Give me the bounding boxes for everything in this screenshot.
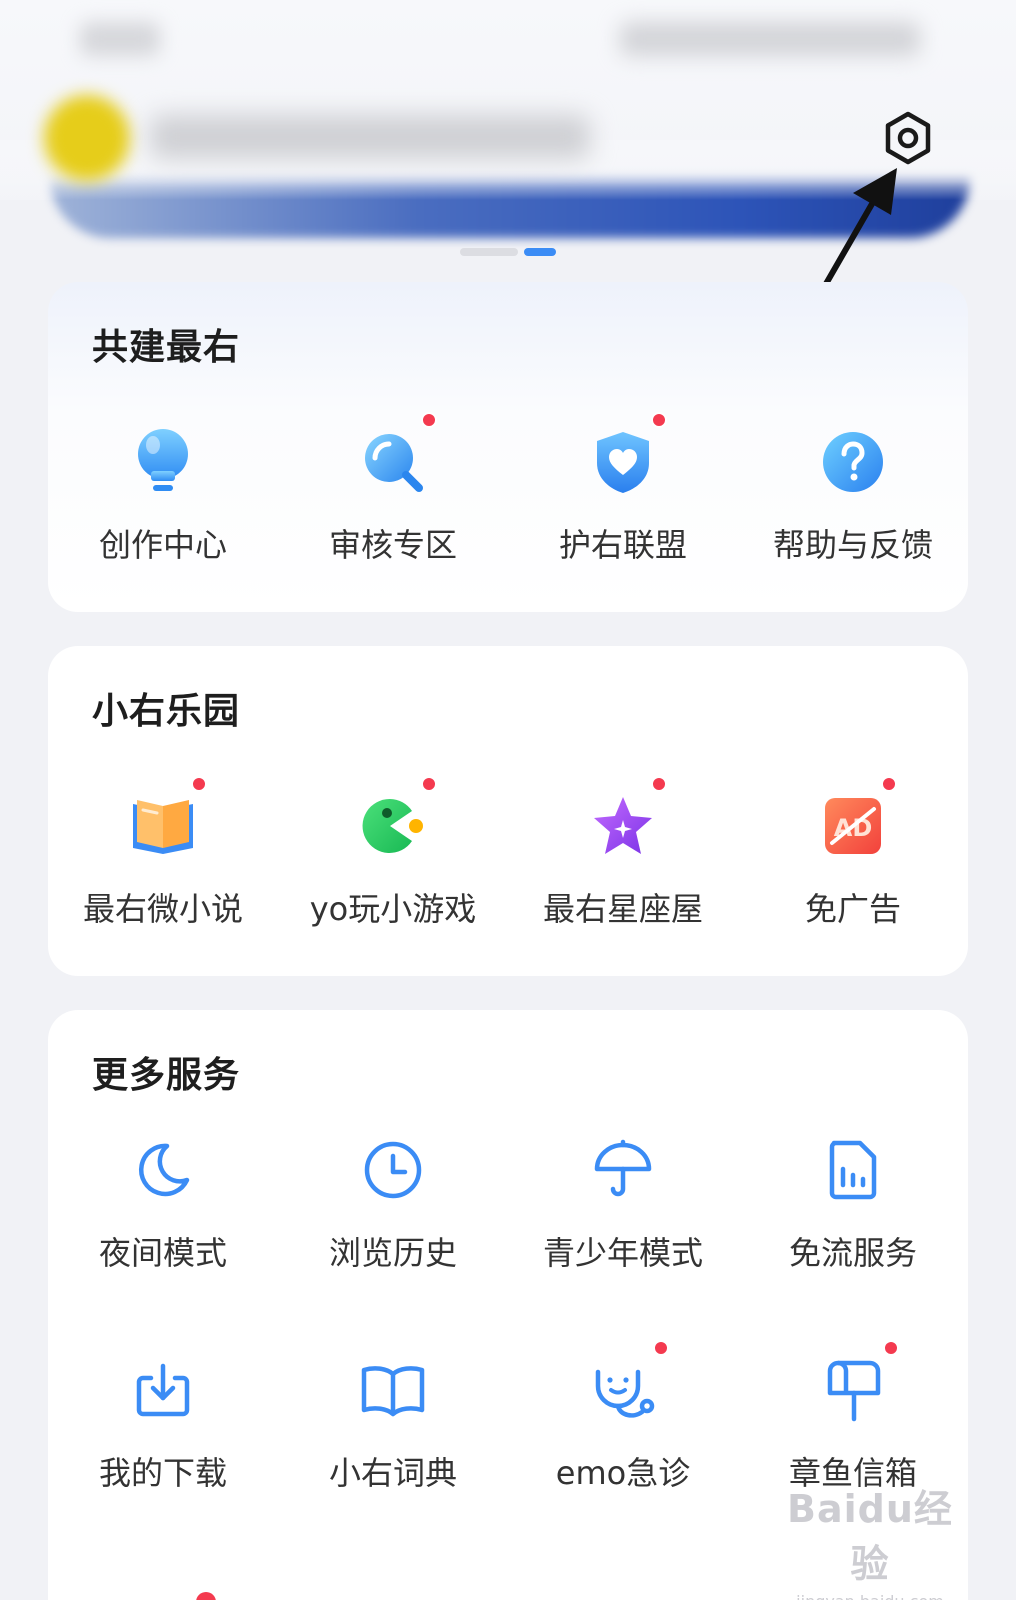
mailbox-icon [827,1360,881,1422]
entry-guard-alliance[interactable]: 护右联盟 [508,412,738,566]
umbrella-icon [594,1139,652,1197]
icon-container [353,776,437,866]
entry-help-feedback[interactable]: 帮助与反馈 [738,422,968,566]
watermark-logo-text: Baidu经验 [787,1487,953,1586]
section-title: 更多服务 [92,1055,241,1096]
entry-label: 小右词典 [328,1454,457,1492]
no-ad-icon: AD [825,798,881,854]
pagination-dot-active [524,248,556,256]
icon-container [123,422,203,502]
entry-label: 免广告 [804,890,901,928]
entry-label: 浏览历史 [328,1234,457,1272]
section-title: 小右乐园 [92,691,241,732]
download-icon [136,1363,190,1417]
pagination-dot [460,248,518,256]
clock-icon [364,1141,422,1199]
avatar[interactable] [44,95,130,181]
entry-history[interactable]: 浏览历史 [278,1130,508,1274]
username-blurred[interactable] [150,115,590,159]
entry-dictionary[interactable]: 小右词典 [278,1350,508,1494]
section-grid-row2: 我的下载 小右词典 emo急诊 章鱼信箱 [48,1340,968,1494]
entry-label: 帮助与反馈 [772,526,933,564]
watermark-url: jingyan.baidu.com [770,1592,970,1600]
open-book-icon [361,1366,425,1417]
icon-container: AD [813,776,897,866]
section-card-co-build: 共建最右 创作中心 审核专区 护右联盟 帮助与反馈 [48,282,968,612]
question-icon [823,432,883,492]
entry-label: 护右联盟 [558,526,687,564]
icon-container [123,776,207,866]
gear-icon [885,111,931,165]
notification-dot [883,1340,899,1356]
entry-label: 最右微小说 [82,890,243,928]
entry-label: 我的下载 [98,1454,227,1492]
icon-container [813,1130,893,1210]
entry-emo-emergency[interactable]: emo急诊 [508,1340,738,1494]
entry-free-data[interactable]: 免流服务 [738,1130,968,1274]
game-icon [362,798,423,853]
entry-creation-center[interactable]: 创作中心 [48,422,278,566]
banner-pagination [460,248,556,256]
entry-label: 最右星座屋 [542,890,703,928]
shield-heart-icon [597,432,649,493]
section-grid: 最右微小说 yo玩小游戏 最右星座屋 免广告 [48,776,968,930]
entry-octopus-mailbox[interactable]: 章鱼信箱 [738,1340,968,1494]
entry-label: 免流服务 [788,1234,917,1272]
icon-container [813,422,893,502]
section-grid-row1: 夜间模式 浏览历史 青少年模式 免流服务 [48,1130,968,1274]
star-icon [594,797,652,854]
entry-teen-mode[interactable]: 青少年模式 [508,1130,738,1274]
notification-dot [651,776,667,792]
entry-label: 创作中心 [98,526,227,564]
icon-container [123,1130,203,1210]
entry-night-mode[interactable]: 夜间模式 [48,1130,278,1274]
entry-horoscope[interactable]: 最右星座屋 [508,776,738,930]
entry-my-downloads[interactable]: 我的下载 [48,1350,278,1494]
entry-label: emo急诊 [555,1454,691,1492]
icon-container [583,776,667,866]
settings-button[interactable] [880,110,936,166]
watermark: Baidu经验 jingyan.baidu.com [770,1478,970,1600]
notification-dot [651,412,667,428]
section-title: 共建最右 [92,327,241,368]
entry-no-ads[interactable]: AD 免广告 [738,776,968,930]
notification-dot [191,776,207,792]
entry-micro-novel[interactable]: 最右微小说 [48,776,278,930]
lightbulb-icon [138,429,188,491]
entry-mini-games[interactable]: yo玩小游戏 [278,776,508,930]
notification-dot [881,776,897,792]
icon-container [353,1130,433,1210]
section-card-playground: 小右乐园 最右微小说 yo玩小游戏 最右星座屋 免广告 [48,646,968,976]
notification-dot [421,412,437,428]
icon-container [583,1130,663,1210]
icon-container [353,412,437,502]
entry-review-zone[interactable]: 审核专区 [278,412,508,566]
status-bar-icons-blurred [620,22,920,56]
section-grid: 创作中心 审核专区 护右联盟 帮助与反馈 [48,412,968,566]
profile-header [0,0,1016,238]
icon-container [583,1340,669,1430]
icon-container [583,412,667,502]
entry-label: 夜间模式 [98,1234,227,1272]
moon-icon [138,1143,190,1197]
entry-label: 青少年模式 [542,1234,703,1272]
entry-label: yo玩小游戏 [309,890,477,928]
data-file-icon [829,1140,877,1200]
notification-dot [653,1340,669,1356]
icon-container [123,1350,203,1430]
magnifier-icon [365,434,423,492]
icon-container [813,1340,899,1430]
notification-dot [421,776,437,792]
stethoscope-icon [595,1369,655,1418]
entry-label: 审核专区 [328,526,457,564]
status-bar-time-blurred [80,22,160,56]
icon-container [353,1350,433,1430]
book-icon [133,800,193,854]
